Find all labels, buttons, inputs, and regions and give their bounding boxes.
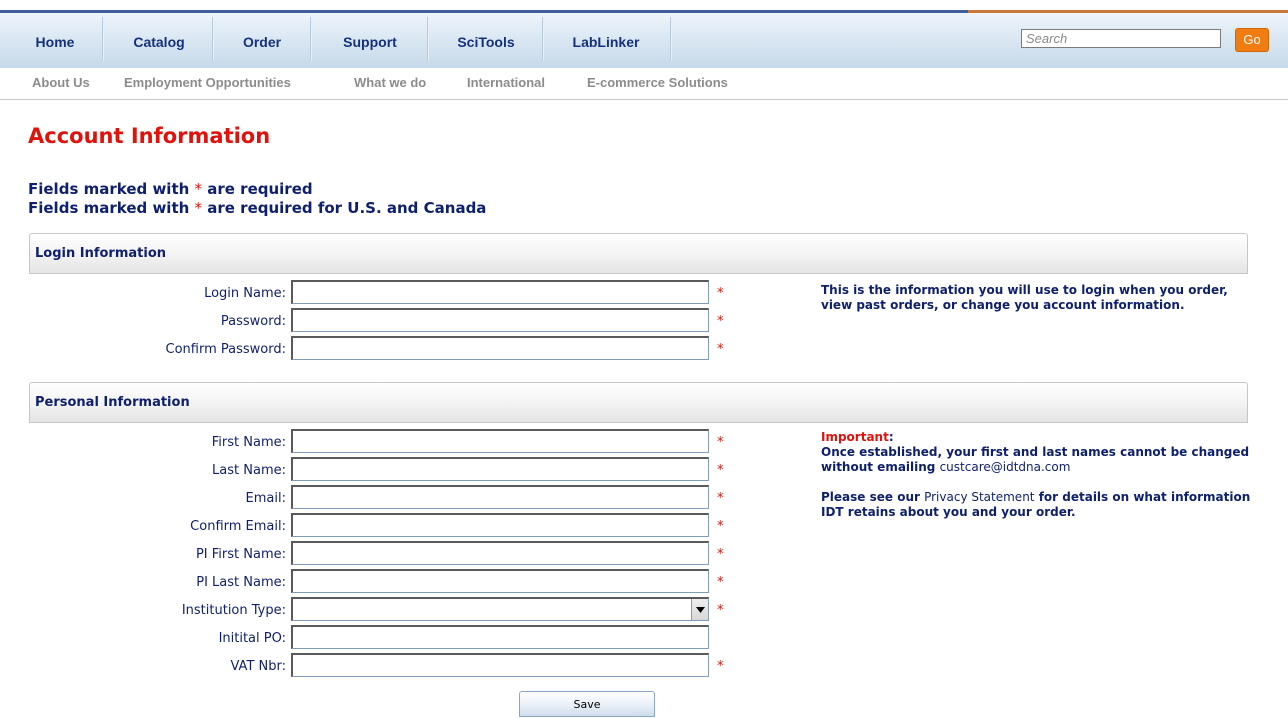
nav-separator [102,17,104,61]
nav-catalog[interactable]: Catalog [108,13,210,65]
institution-type-select[interactable] [291,597,709,621]
nav-separator [542,17,544,61]
chevron-down-icon [695,606,705,613]
confirm-password-label: Confirm Password: [165,342,286,357]
required-star: * [194,180,203,198]
sub-nav: About Us Employment Opportunities What w… [0,69,1288,100]
required-note-prefix: Fields marked with [28,180,195,198]
page-title: Account Information [28,124,271,148]
confirm-email-label: Confirm Email: [190,519,286,534]
subnav-about-us[interactable]: About Us [32,75,90,90]
email-input[interactable] [291,485,709,509]
subnav-employment[interactable]: Employment Opportunities [124,75,291,90]
required-marker: * [717,519,724,534]
initial-po-input[interactable] [291,625,709,649]
privacy-statement-link[interactable]: Privacy Statement [924,490,1034,504]
nav-separator [427,17,429,61]
nav-separator [212,17,214,61]
privacy-prefix: Please see our [821,490,925,504]
pi-last-name-label: PI Last Name: [196,575,286,590]
nav-order[interactable]: Order [216,13,308,65]
login-name-input[interactable] [291,280,709,304]
pi-first-name-input[interactable] [291,541,709,565]
subnav-ecommerce[interactable]: E-commerce Solutions [587,75,728,90]
subnav-international[interactable]: International [467,75,545,90]
subnav-what-we-do[interactable]: What we do [354,75,426,90]
important-label: Important [821,430,889,444]
login-section-title: Login Information [35,246,167,261]
required-note-prefix: Fields marked with [28,199,195,217]
required-star: * [194,199,203,217]
save-button[interactable]: Save [519,691,655,717]
login-section-header: Login Information [29,233,1248,274]
nav-lablinker[interactable]: LabLinker [548,13,664,65]
required-us-canada-note: Fields marked with * are required for U.… [28,199,486,217]
required-marker: * [717,603,724,618]
last-name-label: Last Name: [212,463,286,478]
nav-separator [310,17,312,61]
required-marker: * [717,575,724,590]
pi-first-name-label: PI First Name: [195,547,286,562]
personal-section-header: Personal Information [29,382,1248,423]
required-marker: * [717,463,724,478]
required-marker: * [717,659,724,674]
login-help-text: This is the information you will use to … [821,283,1228,312]
password-label: Password: [220,314,286,329]
confirm-email-input[interactable] [291,513,709,537]
vat-nbr-input[interactable] [291,653,709,677]
important-colon: : [888,430,894,444]
vat-nbr-label: VAT Nbr: [230,659,287,674]
nav-support[interactable]: Support [316,13,424,65]
custcare-email-link[interactable]: custcare@idtdna.com [940,460,1071,474]
required-note-suffix: are required [202,180,313,198]
password-input[interactable] [291,308,709,332]
required-marker: * [717,314,724,329]
search-go-button[interactable]: Go [1235,28,1269,52]
personal-help-text: Important: Once established, your first … [821,430,1251,520]
required-marker: * [717,491,724,506]
last-name-input[interactable] [291,457,709,481]
required-note-suffix: are required for U.S. and Canada [202,199,487,217]
required-note: Fields marked with * are required [28,180,313,198]
initial-po-label: Initital PO: [218,631,286,646]
pi-last-name-input[interactable] [291,569,709,593]
dropdown-button[interactable] [691,599,708,620]
personal-section-title: Personal Information [35,395,190,410]
nav-separator [670,17,672,61]
required-marker: * [717,435,724,450]
email-label: Email: [245,491,286,506]
required-marker: * [717,286,724,301]
search-input[interactable] [1021,29,1221,48]
login-name-label: Login Name: [204,286,286,301]
nav-home[interactable]: Home [14,13,96,65]
confirm-password-input[interactable] [291,336,709,360]
required-marker: * [717,342,724,357]
nav-scitools[interactable]: SciTools [432,13,540,65]
first-name-label: First Name: [211,435,286,450]
first-name-input[interactable] [291,429,709,453]
required-marker: * [717,547,724,562]
institution-type-label: Institution Type: [181,603,286,618]
